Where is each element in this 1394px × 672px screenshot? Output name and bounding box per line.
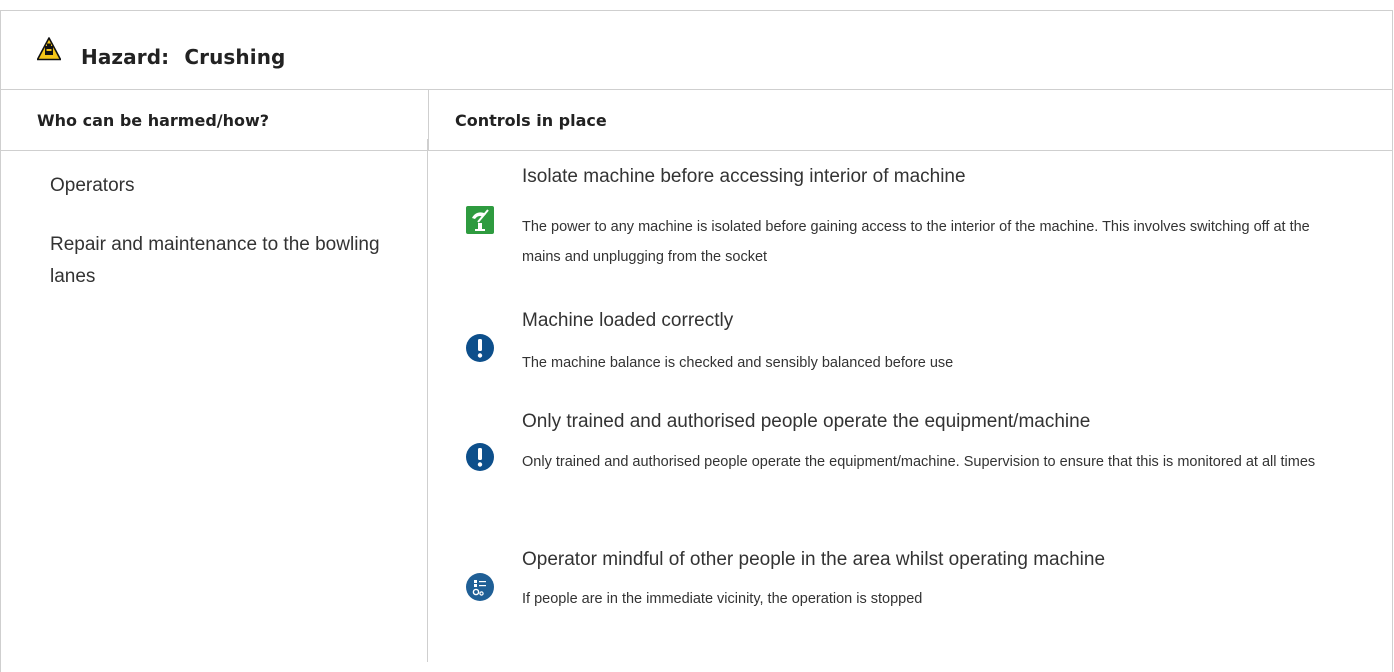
controls-column-header: Controls in place (455, 111, 607, 130)
column-divider (428, 90, 429, 150)
who-column-header: Who can be harmed/how? (37, 111, 270, 130)
hazard-label: Hazard: (81, 45, 170, 69)
control-description: Only trained and authorised people opera… (522, 454, 1316, 470)
who-item: Repair and maintenance to the bowling la… (50, 234, 380, 287)
hazard-name: Crushing (184, 45, 286, 69)
isolate-power-icon (466, 206, 494, 234)
who-item: Operators (50, 175, 135, 196)
column-divider (427, 139, 428, 662)
control-description: The machine balance is checked and sensi… (522, 355, 954, 371)
procedure-gears-icon (466, 573, 494, 601)
hazard-header: Hazard: Crushing (1, 11, 1392, 90)
control-title: Only trained and authorised people opera… (522, 411, 1091, 432)
column-headers: Who can be harmed/how? Controls in place (1, 90, 1392, 151)
control-title: Machine loaded correctly (522, 310, 734, 331)
hazard-card: Hazard: Crushing Who can be harmed/how? … (0, 10, 1393, 672)
control-title: Operator mindful of other people in the … (522, 549, 1106, 570)
control-description: The power to any machine is isolated bef… (522, 219, 1310, 265)
crushing-warning-icon (37, 37, 61, 61)
hazard-title: Hazard: Crushing (81, 45, 285, 69)
exclamation-icon (466, 334, 494, 362)
control-description: If people are in the immediate vicinity,… (522, 591, 923, 607)
control-title: Isolate machine before accessing interio… (522, 166, 966, 187)
exclamation-icon (466, 443, 494, 471)
